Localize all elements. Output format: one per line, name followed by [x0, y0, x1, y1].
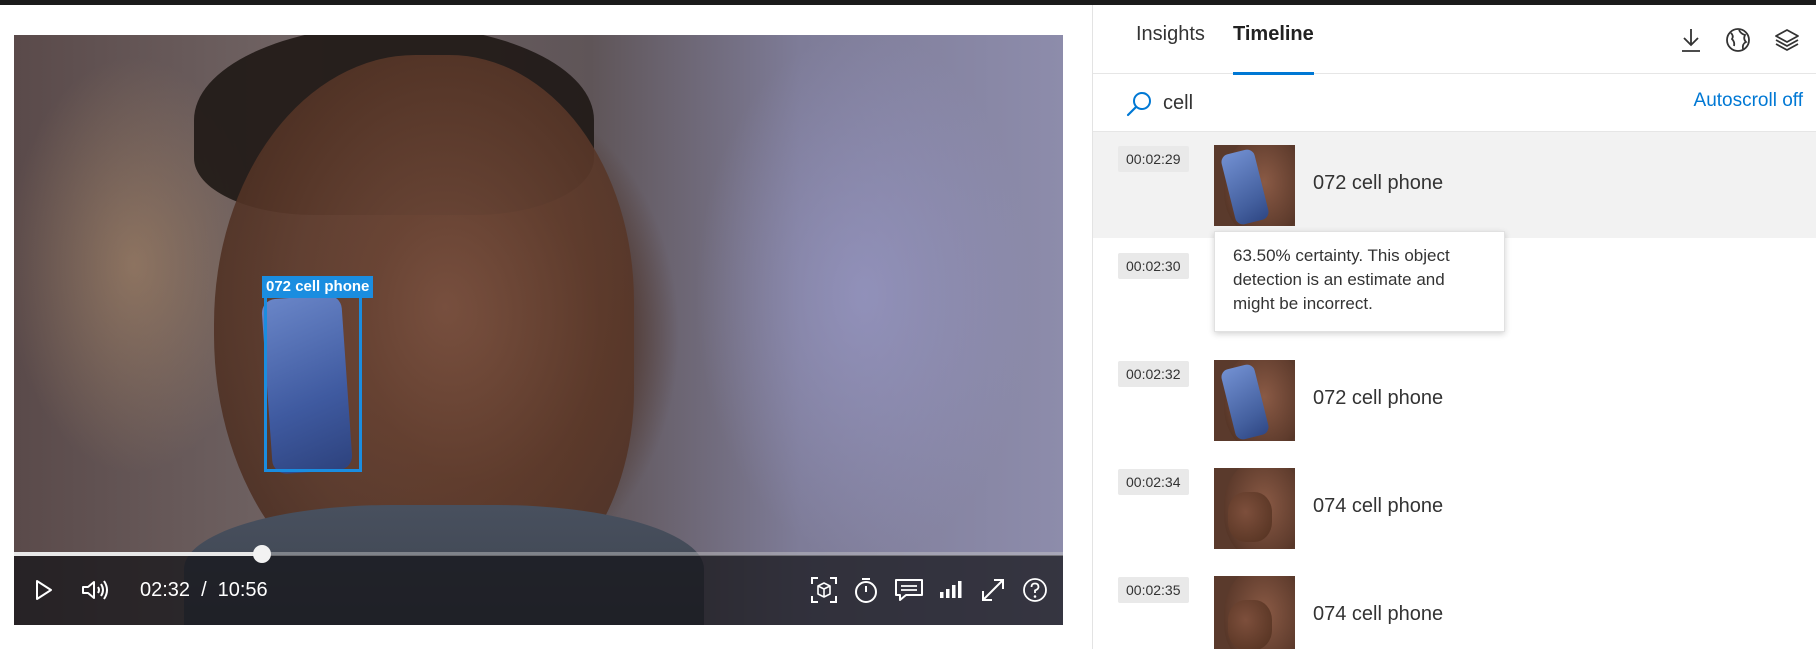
row-label: 074 cell phone: [1313, 495, 1444, 517]
certainty-tooltip: 63.50% certainty. This object detection …: [1214, 231, 1505, 332]
thumbnail[interactable]: [1214, 576, 1295, 649]
timestamp-badge[interactable]: 00:02:35: [1118, 577, 1189, 603]
video-player[interactable]: 072 cell phone 02:32 / 10:56: [14, 35, 1063, 625]
current-time: 02:32: [140, 579, 191, 601]
timestamp-badge[interactable]: 00:02:34: [1118, 469, 1189, 495]
autoscroll-toggle[interactable]: Autoscroll off: [1694, 90, 1803, 112]
timer-icon: [855, 578, 877, 603]
quality-icon: [940, 581, 962, 598]
object-detection-button[interactable]: [806, 555, 842, 625]
tab-bar: Insights Timeline: [1093, 5, 1816, 75]
captions-icon: [895, 579, 923, 601]
timestamp-badge[interactable]: 00:02:32: [1118, 361, 1189, 387]
time-separator: /: [201, 579, 207, 601]
progress-bar[interactable]: [14, 545, 1063, 563]
object-detection-icon: [811, 577, 837, 603]
volume-icon: [82, 580, 108, 600]
thumbnail[interactable]: [1214, 145, 1295, 226]
timestamp-badge[interactable]: 00:02:29: [1118, 146, 1189, 172]
player-controls: 02:32 / 10:56: [14, 555, 1063, 625]
time-display: 02:32 / 10:56: [140, 555, 268, 625]
progress-thumb[interactable]: [252, 545, 271, 563]
download-button[interactable]: [1676, 25, 1706, 55]
timeline-row[interactable]: 00:02:35 074 cell phone: [1093, 563, 1816, 649]
play-icon: [36, 580, 52, 600]
row-label: 072 cell phone: [1313, 387, 1444, 409]
row-label: 074 cell phone: [1313, 603, 1444, 625]
language-button[interactable]: [1723, 25, 1753, 55]
layers-button[interactable]: [1772, 25, 1802, 55]
timeline-row[interactable]: 00:02:34 074 cell phone: [1093, 455, 1816, 561]
detection-label: 072 cell phone: [262, 276, 374, 298]
play-button[interactable]: [26, 555, 62, 625]
fullscreen-icon: [982, 579, 1004, 601]
download-icon: [1682, 29, 1700, 52]
detection-bounding-box: [264, 292, 362, 472]
row-label: 072 cell phone: [1313, 172, 1444, 194]
tab-insights[interactable]: Insights: [1136, 23, 1205, 74]
globe-icon: [1726, 28, 1750, 52]
timestamp-badge[interactable]: 00:02:30: [1118, 253, 1189, 279]
search-input[interactable]: [1163, 86, 1463, 120]
search-bar: Autoscroll off: [1093, 74, 1816, 132]
search-icon: [1126, 92, 1151, 117]
timeline-row[interactable]: 00:02:29 072 cell phone: [1093, 132, 1816, 238]
thumbnail[interactable]: [1214, 468, 1295, 549]
help-button[interactable]: [1017, 555, 1053, 625]
timer-button[interactable]: [848, 555, 884, 625]
thumbnail[interactable]: [1214, 360, 1295, 441]
quality-button[interactable]: [934, 555, 968, 625]
duration: 10:56: [217, 579, 268, 601]
progress-fill: [14, 552, 262, 556]
fullscreen-button[interactable]: [975, 555, 1011, 625]
tab-timeline[interactable]: Timeline: [1233, 23, 1314, 75]
volume-button[interactable]: [74, 555, 118, 625]
layers-icon: [1775, 29, 1799, 51]
timeline-list: 00:02:29 072 cell phone 00:02:30 00:02:3…: [1093, 132, 1816, 649]
timeline-row[interactable]: 00:02:32 072 cell phone: [1093, 347, 1816, 453]
help-icon: [1023, 578, 1047, 602]
captions-button[interactable]: [889, 555, 929, 625]
